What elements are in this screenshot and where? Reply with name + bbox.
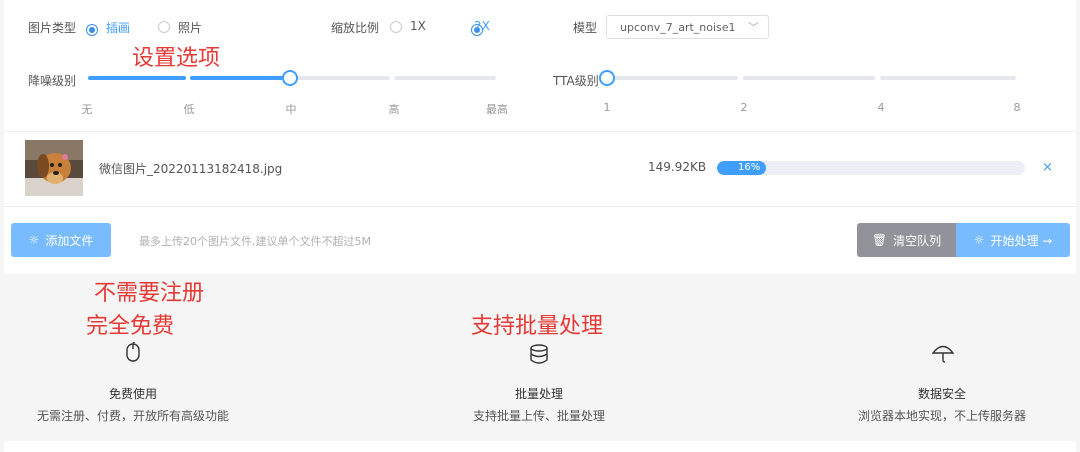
feature-title: 免费使用 (108, 387, 157, 401)
noise-tick: 最高 (486, 103, 508, 116)
tta-tick: 4 (877, 101, 885, 114)
annotation-settings: 设置选项 (132, 46, 221, 71)
noise-slider[interactable] (88, 70, 496, 86)
noise-track-seg (88, 76, 186, 80)
chevron-down-icon: ﹀ (748, 21, 759, 34)
option-illustration-label[interactable]: 插画 (106, 19, 130, 36)
model-label: 模型 (573, 21, 598, 35)
scale-2x-label[interactable]: 2X (474, 19, 490, 33)
database-icon (529, 344, 549, 368)
mouse-icon (126, 341, 140, 366)
remove-file-button[interactable]: × (1042, 160, 1053, 175)
tta-tick: 2 (740, 101, 748, 114)
upload-hint: 最多上传20个图片文件,建议单个文件不超过5M (139, 235, 371, 248)
noise-track-seg (190, 76, 288, 80)
divider (4, 131, 1076, 132)
file-name: 微信图片_20220113182418.jpg (99, 162, 283, 176)
progress-text: 16% (738, 162, 761, 173)
option-photo-label[interactable]: 照片 (178, 19, 202, 36)
start-label: 开始处理 → (990, 233, 1053, 248)
noise-tick: 无 (81, 103, 93, 116)
noise-tick: 中 (285, 103, 297, 116)
umbrella-icon (931, 344, 955, 368)
feature-desc: 无需注册、付费，开放所有高级功能 (36, 409, 229, 423)
tta-slider-handle[interactable] (599, 70, 615, 86)
tta-tick: 1 (603, 101, 611, 114)
annotation-free: 完全免费 (86, 314, 175, 339)
file-size: 149.92KB (648, 160, 707, 174)
add-file-label: 添加文件 (45, 233, 94, 248)
footer-strip (4, 441, 1076, 452)
annotation-batch: 支持批量处理 (471, 314, 604, 339)
noise-tick: 低 (183, 103, 195, 116)
noise-slider-handle[interactable] (282, 70, 298, 86)
trash-icon: 🗑 (871, 233, 888, 247)
gear-icon: ☼ (973, 233, 985, 247)
radio-photo[interactable] (158, 21, 170, 33)
radio-scale-1x[interactable] (390, 21, 402, 33)
tta-track-seg (606, 76, 738, 80)
feature-desc: 浏览器本地实现，不上传服务器 (857, 409, 1026, 423)
annotation-no-register: 不需要注册 (94, 281, 205, 306)
tta-track-seg (880, 76, 1016, 80)
clear-queue-label: 清空队列 (893, 233, 942, 248)
model-select-value: upconv_7_art_noise1 (620, 21, 736, 34)
radio-illustration[interactable] (86, 24, 98, 36)
tta-label: TTA级别 (553, 74, 599, 88)
progress-bar: 16% (717, 161, 1025, 175)
scale-1x-label[interactable]: 1X (410, 19, 426, 33)
image-type-label: 图片类型 (28, 21, 77, 35)
feature-title: 批量处理 (514, 387, 563, 401)
tta-slider[interactable] (599, 70, 1016, 86)
gear-icon: ☼ (28, 233, 40, 247)
tta-track-seg (743, 76, 875, 80)
clear-queue-button[interactable]: 🗑 清空队列 (857, 223, 956, 257)
feature-desc: 支持批量上传、批量处理 (472, 409, 605, 423)
feature-title: 数据安全 (917, 387, 966, 401)
noise-track-seg (292, 76, 390, 80)
divider (4, 206, 1076, 207)
tta-tick: 8 (1013, 101, 1021, 114)
noise-tick: 高 (388, 103, 400, 116)
start-button[interactable]: ☼ 开始处理 → (956, 223, 1070, 257)
progress-fill: 16% (717, 161, 767, 175)
add-file-button[interactable]: ☼ 添加文件 (11, 223, 111, 257)
model-select[interactable]: upconv_7_art_noise1 ﹀ (606, 15, 769, 39)
file-thumbnail (25, 140, 83, 196)
noise-label: 降噪级别 (28, 74, 77, 88)
scale-label: 缩放比例 (331, 21, 380, 35)
noise-track-seg (394, 76, 496, 80)
